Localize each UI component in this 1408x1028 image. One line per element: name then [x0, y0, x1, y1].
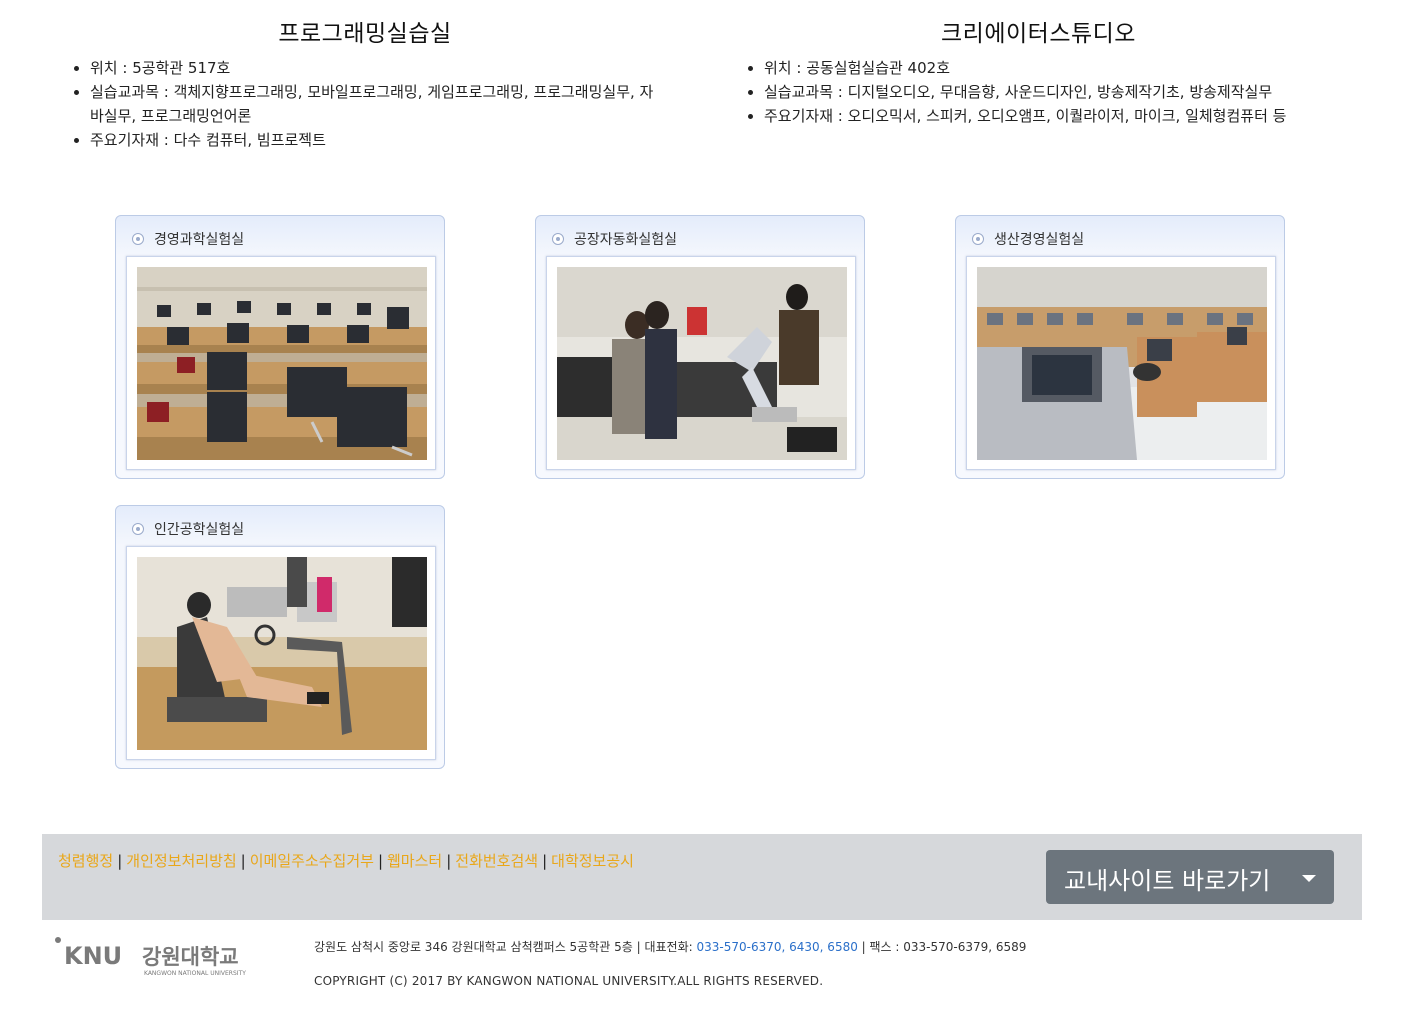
link-separator: | [542, 852, 548, 870]
robot-arm-lab-photo [557, 267, 847, 460]
caret-down-icon [1302, 875, 1316, 882]
main-phone: 033-570-6370, 6430, 6580 [696, 940, 858, 954]
university-logo: KNU 강원대학교 KANGWON NATIONAL UNIVERSITY [54, 934, 264, 982]
lab-card-management-science: 경영과학실험실 [115, 215, 445, 479]
lab-equipment: 주요기자재 : 다수 컴퓨터, 빔프로젝트 [90, 128, 660, 152]
copyright: COPYRIGHT (C) 2017 BY KANGWON NATIONAL U… [314, 974, 824, 988]
campus-sites-label: 교내사이트 바로가기 [1064, 867, 1271, 895]
address-text: 강원도 삼척시 중앙로 346 강원대학교 삼척캠퍼스 5공학관 5층 | 대표… [314, 940, 697, 954]
footer-link-univ-info[interactable]: 대학정보공시 [551, 852, 634, 870]
lab-info-list: 위치 : 공동실험실습관 402호 실습교과목 : 디지털오디오, 무대음향, … [716, 56, 1324, 128]
logo-subtext: KANGWON NATIONAL UNIVERSITY [144, 970, 246, 977]
lab-card-title: 인간공학실험실 [154, 522, 245, 538]
link-separator: | [240, 852, 246, 870]
radio-bullet-icon [972, 233, 984, 245]
lab-card-factory-automation: 공장자동화실험실 [535, 215, 865, 479]
lab-location: 위치 : 5공학관 517호 [90, 56, 660, 80]
link-separator: | [377, 852, 383, 870]
lab-location: 위치 : 공동실험실습관 402호 [764, 56, 1324, 80]
logo-text: 강원대학교 [142, 945, 239, 969]
footer-link-email-refusal[interactable]: 이메일주소수집거부 [250, 852, 374, 870]
fax-text: | 팩스 : 033-570-6379, 6589 [857, 940, 1027, 954]
lab-courses: 실습교과목 : 디지털오디오, 무대음향, 사운드디자인, 방송제작기초, 방송… [764, 80, 1324, 104]
footer-link-privacy[interactable]: 개인정보처리방침 [126, 852, 236, 870]
computer-lab-photo [137, 267, 427, 460]
lab-equipment: 주요기자재 : 오디오믹서, 스피커, 오디오앰프, 이퀄라이저, 마이크, 일… [764, 104, 1324, 128]
lab-title: 크리에이터스튜디오 [941, 21, 1136, 47]
campus-sites-dropdown-button[interactable]: 교내사이트 바로가기 [1046, 850, 1334, 904]
lab-card-title: 공장자동화실험실 [574, 232, 678, 248]
lab-card-production-management: 생산경영실험실 [955, 215, 1285, 479]
footer-links: 청렴행정 | 개인정보처리방침 | 이메일주소수집거부 | 웹마스터 | 전화번호검색 | 대학정보… [58, 850, 634, 871]
radio-bullet-icon [132, 233, 144, 245]
logo-mark: KNU [64, 942, 122, 970]
footer-link-webmaster[interactable]: 웹마스터 [387, 852, 442, 870]
link-separator: | [117, 852, 123, 870]
lab-card-title: 경영과학실험실 [154, 232, 245, 248]
lecture-console-lab-photo [977, 267, 1267, 460]
lab-card-human-engineering: 인간공학실험실 [115, 505, 445, 769]
footer-address: 강원도 삼척시 중앙로 346 강원대학교 삼척캠퍼스 5공학관 5층 | 대표… [314, 938, 1026, 955]
lab-title: 프로그래밍실습실 [278, 21, 452, 47]
lab-card-title: 생산경영실험실 [994, 232, 1085, 248]
radio-bullet-icon [132, 523, 144, 535]
lab-info-list: 위치 : 5공학관 517호 실습교과목 : 객체지향프로그래밍, 모바일프로그… [20, 56, 660, 152]
footer-link-phone-search[interactable]: 전화번호검색 [455, 852, 538, 870]
radio-bullet-icon [552, 233, 564, 245]
lab-programming: 프로그래밍실습실 위치 : 5공학관 517호 실습교과목 : 객체지향프로그래… [20, 14, 710, 152]
footer-bar: 청렴행정 | 개인정보처리방침 | 이메일주소수집거부 | 웹마스터 | 전화번호검색 | 대학정보… [42, 834, 1362, 920]
lab-courses: 실습교과목 : 객체지향프로그래밍, 모바일프로그래밍, 게임프로그래밍, 프로… [90, 80, 660, 128]
lab-creator-studio: 크리에이터스튜디오 위치 : 공동실험실습관 402호 실습교과목 : 디지털오… [716, 14, 1361, 128]
link-separator: | [446, 852, 452, 870]
footer-link-integrity[interactable]: 청렴행정 [58, 852, 113, 870]
driving-simulator-lab-photo [137, 557, 427, 750]
